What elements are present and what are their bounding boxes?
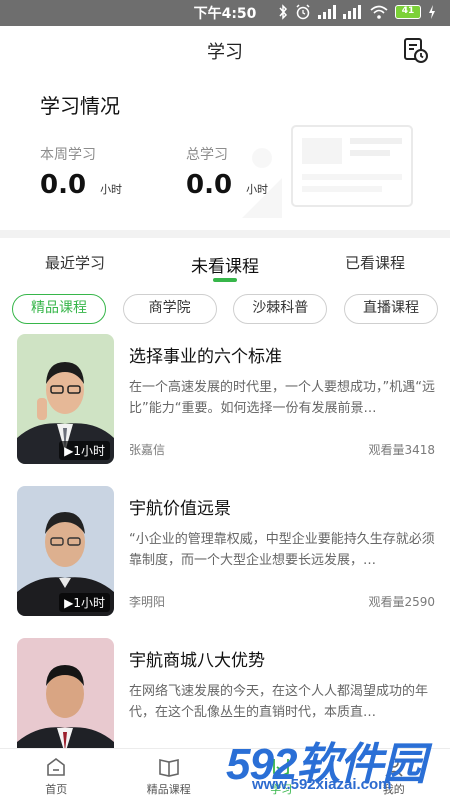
tab-label: 最近学习 (44, 254, 105, 272)
course-author: 李明阳 (129, 595, 166, 609)
study-section-title: 学习情况 (40, 94, 120, 118)
duration-badge: ▶1小时 (59, 593, 110, 612)
chip-live-courses[interactable]: 直播课程 (343, 294, 438, 324)
course-thumbnail (17, 638, 114, 748)
book-icon (158, 759, 179, 777)
study-stats-panel: 学习情况 本周学习 0.0 小时 总学习 0.0 小时 (0, 74, 450, 230)
tab-recent-study[interactable]: 最近学习 (0, 238, 150, 288)
weekly-study-unit: 小时 (100, 183, 123, 196)
course-list: ▶1小时 选择事业的六个标准 在一个高速发展的时代里，一个人要想成功，”机遇“远… (0, 334, 450, 748)
alarm-icon (296, 4, 310, 20)
wifi-icon (370, 5, 388, 19)
active-tab-indicator (213, 278, 237, 282)
course-description: “小企业的管理靠权威，中型企业要能持久生存就必须靠制度，而一个大型企业想要长远发… (129, 532, 435, 568)
course-card[interactable]: ▶1小时 选择事业的六个标准 在一个高速发展的时代里，一个人要想成功，”机遇“远… (17, 334, 437, 464)
chip-business-school[interactable]: 商学院 (122, 294, 217, 324)
course-views: 观看量2590 (368, 595, 435, 609)
total-study-stat: 总学习 0.0 小时 (186, 144, 268, 200)
tab-watched-courses[interactable]: 已看课程 (300, 238, 450, 288)
weekly-study-value: 0.0 (40, 170, 87, 200)
status-time: 下午4:50 (193, 6, 257, 22)
course-card[interactable]: ▶1小时 宇航价值远景 “小企业的管理靠权威，中型企业要能持久生存就必须靠制度，… (17, 486, 437, 616)
status-icons: 41 (278, 4, 436, 20)
status-bar: 下午4:50 41 (0, 0, 450, 26)
total-study-unit: 小时 (246, 183, 269, 196)
hd-signal-icon (343, 5, 361, 19)
tab-label: 未看课程 (191, 257, 259, 277)
course-thumbnail: ▶1小时 (17, 486, 114, 616)
course-title: 宇航价值远景 (129, 499, 231, 519)
course-thumbnail: ▶1小时 (17, 334, 114, 464)
duration-badge: ▶1小时 (59, 441, 110, 460)
weekly-study-label: 本周学习 (40, 147, 96, 163)
chip-seabuckthorn-science[interactable]: 沙棘科普 (233, 294, 328, 324)
nav-label: 精品课程 (146, 783, 191, 796)
total-study-label: 总学习 (186, 147, 228, 163)
page-title: 学习 (207, 42, 243, 63)
study-record-icon[interactable] (402, 36, 430, 64)
course-info: 选择事业的六个标准 在一个高速发展的时代里，一个人要想成功，”机遇“远比”能力“… (129, 334, 435, 464)
course-description: 在网络飞速发展的今天，在这个人人都渴望成功的年代，在这个乱像丛生的直销时代，本质… (129, 684, 429, 720)
course-status-tabs: 最近学习 未看课程 已看课程 (0, 238, 450, 288)
charging-icon (429, 5, 435, 19)
course-meta: 张嘉信 观看量3418 (129, 441, 435, 458)
course-title: 宇航商城八大优势 (129, 651, 265, 671)
course-title: 选择事业的六个标准 (129, 347, 282, 367)
tab-label: 已看课程 (344, 254, 405, 272)
chip-premium-courses[interactable]: 精品课程 (12, 294, 106, 324)
course-meta: 李明阳 观看量2590 (129, 593, 435, 610)
bluetooth-icon (279, 4, 288, 20)
weekly-study-stat: 本周学习 0.0 小时 (40, 144, 122, 200)
watermark-url: www.592xiazai.com (252, 776, 392, 793)
nav-home[interactable]: 首页 (0, 749, 113, 800)
site-watermark: 592软件园 www.592xiazai.com (222, 722, 450, 800)
battery-indicator: 41 (395, 5, 421, 19)
course-description: 在一个高速发展的时代里，一个人要想成功，”机遇“远比”能力“重要。如何选择一份有… (129, 380, 435, 416)
total-study-value: 0.0 (186, 170, 233, 200)
tab-unwatched-courses[interactable]: 未看课程 (150, 238, 300, 288)
course-author: 张嘉信 (129, 443, 166, 457)
home-icon (47, 758, 66, 776)
nav-label: 首页 (45, 783, 68, 796)
lecturer-photo (17, 638, 114, 748)
signal-icon (318, 5, 336, 19)
course-views: 观看量3418 (368, 443, 435, 457)
course-info: 宇航价值远景 “小企业的管理靠权威，中型企业要能持久生存就必须靠制度，而一个大型… (129, 486, 435, 616)
app-header: 学习 (0, 26, 450, 74)
section-divider (0, 230, 450, 238)
category-chips: 精品课程 商学院 沙棘科普 直播课程 (12, 294, 438, 324)
nav-premium-courses[interactable]: 精品课程 (113, 749, 226, 800)
